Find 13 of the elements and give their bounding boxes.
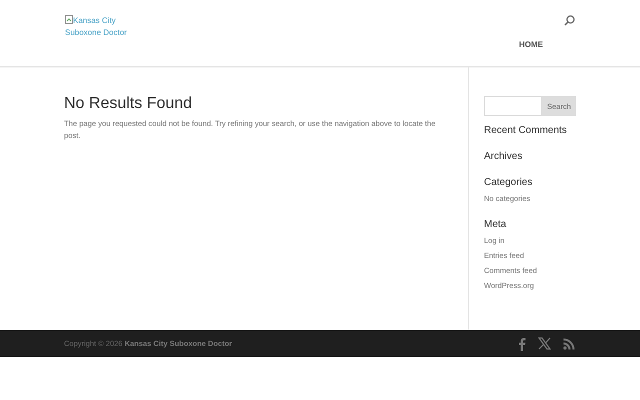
nav-link[interactable]: HOME (519, 40, 543, 49)
search-field[interactable] (484, 96, 542, 116)
facebook-icon[interactable] (518, 336, 526, 350)
logo-link[interactable]: Kansas City Suboxone Doctor (65, 15, 135, 39)
rss-icon[interactable] (563, 338, 575, 350)
search-icon[interactable] (564, 15, 575, 26)
broken-image-icon (65, 15, 73, 24)
widget-title: Archives (484, 151, 524, 163)
page-title: No Results Found (64, 94, 194, 114)
widget-title: Meta (484, 219, 508, 231)
widget-title: Recent Comments (484, 125, 568, 137)
widget-title: Categories (484, 177, 534, 189)
x-icon[interactable] (538, 337, 551, 350)
